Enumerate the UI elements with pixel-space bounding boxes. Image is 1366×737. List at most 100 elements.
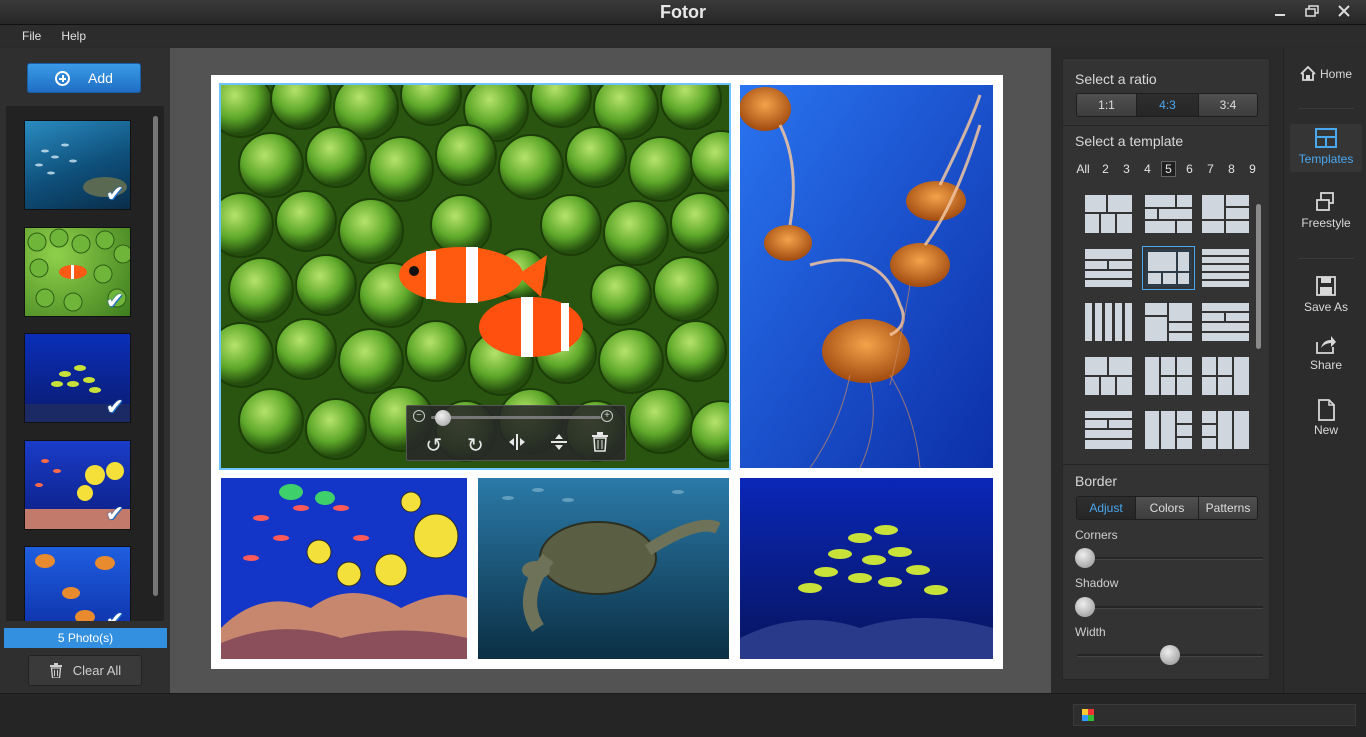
scrollbar-thumb[interactable] — [153, 116, 158, 596]
count-9[interactable]: 9 — [1246, 162, 1259, 176]
thumbnail-yellow-tang[interactable]: ✔ — [24, 440, 131, 530]
add-photo-button[interactable]: Add — [27, 63, 141, 93]
ratio-1-1[interactable]: 1:1 — [1077, 94, 1137, 116]
clear-all-label: Clear All — [72, 663, 122, 678]
thumbnail-fish-school[interactable]: ✔ — [24, 333, 131, 423]
nav-save-as[interactable]: Save As — [1290, 276, 1362, 314]
photo-edit-toolbar: − + ↺ ↻ — [406, 405, 626, 461]
nav-templates[interactable]: Templates — [1290, 124, 1362, 172]
menu-file[interactable]: File — [22, 29, 41, 43]
template-option[interactable] — [1145, 411, 1192, 449]
template-option[interactable] — [1145, 357, 1192, 395]
thumbnail-jellyfish[interactable]: ✔ — [24, 546, 131, 621]
count-3[interactable]: 3 — [1120, 162, 1133, 176]
rotate-left-icon[interactable]: ↺ — [419, 433, 449, 458]
zoom-in-icon[interactable]: + — [601, 410, 613, 422]
flip-horizontal-icon[interactable] — [502, 432, 532, 458]
tab-colors[interactable]: Colors — [1136, 497, 1199, 519]
shadow-slider[interactable] — [1075, 597, 1263, 617]
selected-check-icon: ✔ — [105, 181, 124, 206]
template-option[interactable] — [1085, 195, 1132, 233]
shadow-knob[interactable] — [1075, 597, 1095, 617]
freestyle-label: Freestyle — [1301, 216, 1351, 230]
collage-cell-fish-school[interactable] — [740, 478, 993, 659]
template-option[interactable] — [1202, 411, 1249, 449]
collage-cell-jellyfish[interactable] — [740, 85, 993, 468]
save-as-label: Save As — [1303, 300, 1349, 314]
ratio-4-3[interactable]: 4:3 — [1137, 94, 1199, 116]
template-option[interactable] — [1085, 411, 1132, 449]
nav-freestyle[interactable]: Freestyle — [1290, 192, 1362, 230]
count-4[interactable]: 4 — [1141, 162, 1154, 176]
photo-tools: ↺ ↻ — [407, 430, 627, 460]
clear-all-button[interactable]: Clear All — [28, 655, 142, 686]
divider — [1063, 125, 1269, 126]
template-option[interactable] — [1202, 249, 1249, 287]
template-option[interactable] — [1202, 303, 1249, 341]
template-option-selected[interactable] — [1142, 246, 1195, 290]
template-option[interactable] — [1145, 303, 1192, 341]
collage-cell-sea-turtle[interactable] — [478, 478, 729, 659]
home-icon — [1300, 65, 1316, 84]
zoom-slider[interactable]: − + — [413, 410, 621, 426]
collage-cell-reef-yellow-fish[interactable] — [221, 478, 467, 659]
restore-button[interactable] — [1298, 1, 1326, 20]
templates-label: Templates — [1298, 152, 1354, 166]
flip-vertical-icon[interactable] — [544, 432, 574, 458]
width-slider[interactable] — [1077, 645, 1263, 665]
tab-adjust[interactable]: Adjust — [1077, 497, 1136, 519]
minimize-icon — [1275, 13, 1285, 16]
template-option[interactable] — [1085, 249, 1132, 287]
close-button[interactable] — [1330, 1, 1358, 20]
selected-check-icon: ✔ — [105, 607, 124, 621]
menu-help[interactable]: Help — [61, 29, 86, 43]
template-option[interactable] — [1145, 195, 1192, 233]
template-count-filter: All 2 3 4 5 6 7 8 9 — [1075, 161, 1259, 177]
selected-check-icon: ✔ — [105, 288, 124, 313]
template-option[interactable] — [1202, 357, 1249, 395]
photo-count: 5 Photo(s) — [4, 628, 167, 648]
count-2[interactable]: 2 — [1099, 162, 1112, 176]
nav-home[interactable]: Home — [1290, 65, 1362, 84]
navigation-bar: Home Templates Freestyle Save As Share N… — [1283, 48, 1366, 693]
selected-check-icon: ✔ — [105, 394, 124, 419]
menu-bar: File Help — [0, 25, 1366, 47]
trash-icon — [49, 663, 62, 678]
zoom-out-icon[interactable]: − — [413, 410, 425, 422]
count-all[interactable]: All — [1075, 162, 1091, 176]
width-label: Width — [1075, 625, 1106, 639]
count-8[interactable]: 8 — [1225, 162, 1238, 176]
nav-new[interactable]: New — [1290, 399, 1362, 437]
nav-share[interactable]: Share — [1290, 334, 1362, 372]
thumbnail-clownfish[interactable]: ✔ — [24, 227, 131, 317]
template-scrollbar[interactable] — [1256, 204, 1261, 349]
template-option[interactable] — [1085, 303, 1132, 341]
rotate-right-icon[interactable]: ↻ — [460, 433, 490, 458]
trash-icon[interactable] — [585, 432, 615, 458]
zoom-track[interactable] — [431, 416, 601, 419]
shadow-label: Shadow — [1075, 576, 1119, 590]
corners-slider[interactable] — [1075, 548, 1263, 568]
template-option[interactable] — [1085, 357, 1132, 395]
corners-label: Corners — [1075, 528, 1118, 542]
zoom-knob[interactable] — [435, 410, 451, 426]
width-knob[interactable] — [1160, 645, 1180, 665]
count-5[interactable]: 5 — [1161, 161, 1176, 177]
border-heading: Border — [1075, 473, 1118, 489]
corners-knob[interactable] — [1075, 548, 1095, 568]
status-field — [1073, 704, 1356, 726]
count-6[interactable]: 6 — [1183, 162, 1196, 176]
template-heading: Select a template — [1075, 133, 1184, 149]
minimize-button[interactable] — [1266, 1, 1294, 20]
tab-patterns[interactable]: Patterns — [1199, 497, 1257, 519]
new-label: New — [1313, 423, 1338, 437]
thumbnail-fish-school-turtle[interactable]: ✔ — [24, 120, 131, 210]
template-option[interactable] — [1202, 195, 1249, 233]
ratio-3-4[interactable]: 3:4 — [1199, 94, 1257, 116]
thumbnail-scrollbar[interactable] — [153, 116, 158, 596]
thumbnail-list[interactable]: ✔ ✔ ✔ ✔ ✔ — [6, 106, 164, 621]
divider — [1298, 258, 1354, 259]
border-tabs: Adjust Colors Patterns — [1076, 496, 1258, 520]
save-icon — [1315, 276, 1337, 296]
count-7[interactable]: 7 — [1204, 162, 1217, 176]
